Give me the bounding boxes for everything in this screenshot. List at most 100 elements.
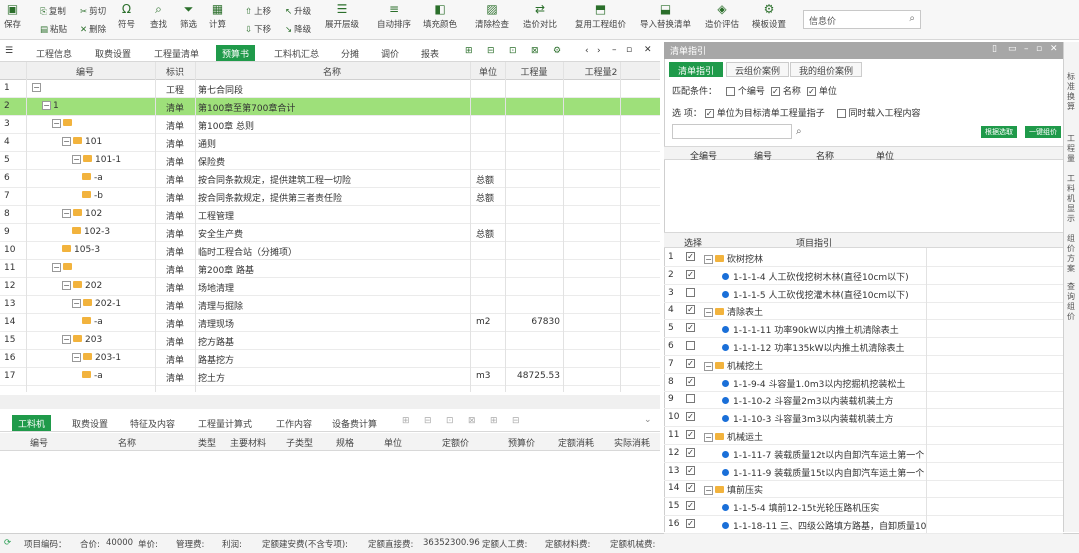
code-cell[interactable]: − bbox=[52, 263, 152, 273]
col-qty2-header[interactable]: 工程量2 bbox=[566, 65, 636, 78]
col-header[interactable]: 规格 bbox=[336, 436, 354, 449]
tool-icon[interactable]: ⊞ bbox=[402, 416, 410, 426]
collapse-icon[interactable]: − bbox=[704, 361, 713, 371]
col-header[interactable]: 名称 bbox=[816, 149, 834, 162]
guide-row[interactable]: 16 ✓ 1-1-18-11 三、四级公路填方路基，自卸质量10 bbox=[664, 516, 1063, 534]
tab-reports[interactable]: 报表 bbox=[415, 45, 445, 61]
code-cell[interactable]: -a bbox=[82, 317, 152, 327]
tab-labor-material-machine[interactable]: 工料机 bbox=[12, 415, 52, 431]
select-checkbox[interactable]: ✓ bbox=[686, 358, 698, 369]
side-tab-pricing-plan[interactable]: 组价方案 bbox=[1067, 234, 1077, 274]
table-row[interactable]: 5 −101-1 清单 保险费 bbox=[0, 152, 660, 170]
col-flag-header[interactable]: 标识 bbox=[156, 65, 194, 78]
tab-equipment-fee[interactable]: 设备费计算 bbox=[326, 415, 383, 431]
select-checkbox[interactable]: ✓ bbox=[686, 465, 698, 476]
tab-cloud-cases[interactable]: 云组价案例 bbox=[726, 62, 790, 77]
tool-icon[interactable]: ⊡ bbox=[446, 416, 454, 426]
match-option[interactable]: ✓ 名称 bbox=[770, 87, 801, 97]
fill-color-button[interactable]: ◧ 填充颜色 bbox=[423, 2, 457, 30]
guide-item[interactable]: 1-1-10-3 斗容量3m3以内装载机装土方 bbox=[722, 412, 893, 425]
col-header[interactable]: 单位 bbox=[876, 149, 894, 162]
col-header[interactable]: 编号 bbox=[30, 436, 48, 449]
code-cell[interactable]: 105-3 bbox=[62, 245, 152, 255]
unit-cell[interactable]: 总额 bbox=[476, 191, 494, 204]
collapse-icon[interactable]: − bbox=[704, 486, 713, 496]
code-cell[interactable]: −202 bbox=[62, 281, 152, 291]
delete-button[interactable]: ✕ 删除 bbox=[80, 23, 106, 35]
col-header[interactable]: 全编号 bbox=[690, 149, 717, 162]
collapse-icon[interactable]: − bbox=[52, 119, 61, 128]
tab-work-content[interactable]: 工作内容 bbox=[270, 415, 318, 431]
collapse-icon[interactable]: − bbox=[32, 83, 41, 92]
code-cell[interactable]: − bbox=[32, 83, 152, 93]
col-name-header[interactable]: 名称 bbox=[196, 65, 468, 78]
guide-item[interactable]: 1-1-18-11 三、四级公路填方路基，自卸质量10 bbox=[722, 519, 926, 532]
guide-row[interactable]: 13 ✓ 1-1-11-9 装载质量15t以内自卸汽车运土第一个 bbox=[664, 463, 1063, 481]
name-cell[interactable]: 安全生产费 bbox=[198, 227, 468, 240]
unit-cell[interactable]: m2 bbox=[476, 317, 491, 327]
table-row[interactable]: 7 -b 清单 按合同条款规定，提供第三者责任险 总额 bbox=[0, 188, 660, 206]
restore-icon[interactable]: ▫ bbox=[626, 45, 632, 55]
col-header[interactable]: 项目指引 bbox=[796, 236, 832, 249]
col-header[interactable]: 单位 bbox=[384, 436, 402, 449]
col-unit-header[interactable]: 单位 bbox=[470, 65, 506, 78]
guide-search-input[interactable] bbox=[672, 124, 792, 139]
select-checkbox[interactable]: ✓ bbox=[686, 252, 698, 262]
select-checkbox[interactable]: ✓ bbox=[686, 430, 698, 440]
tool-icon[interactable]: ⊟ bbox=[512, 416, 520, 426]
name-cell[interactable]: 第100章 总则 bbox=[198, 119, 468, 132]
guide-item[interactable]: − 机械运土 bbox=[704, 430, 763, 443]
select-checkbox[interactable] bbox=[686, 341, 698, 351]
tab-fee-settings[interactable]: 取费设置 bbox=[89, 45, 137, 61]
select-checkbox[interactable]: ✓ bbox=[686, 323, 698, 333]
select-checkbox[interactable]: ✓ bbox=[686, 483, 698, 493]
side-tab-material-display[interactable]: 工料机显示 bbox=[1067, 174, 1077, 224]
side-tab-query-pricing[interactable]: 查询组价 bbox=[1067, 282, 1077, 322]
select-checkbox[interactable]: ✓ bbox=[686, 412, 698, 422]
select-checkbox[interactable]: ✓ bbox=[686, 376, 698, 387]
col-header[interactable]: 主要材料 bbox=[230, 436, 266, 449]
guide-item[interactable]: 1-1-9-4 斗容量1.0m3以内挖掘机挖装松土 bbox=[722, 377, 905, 390]
unit-cell[interactable]: m3 bbox=[476, 371, 491, 381]
tool-icon[interactable]: ⊠ bbox=[531, 46, 539, 56]
name-cell[interactable]: 保险费 bbox=[198, 155, 468, 168]
name-cell[interactable]: 通则 bbox=[198, 137, 468, 150]
name-cell[interactable]: 按合同条款规定，提供建筑工程一切险 bbox=[198, 173, 468, 186]
guide-row[interactable]: 8 ✓ 1-1-9-4 斗容量1.0m3以内挖掘机挖装松土 bbox=[664, 374, 1063, 392]
cut-button[interactable]: ✂ 剪切 bbox=[80, 5, 106, 17]
upgrade-button[interactable]: ↖ 升级 bbox=[285, 5, 311, 17]
tool-icon[interactable]: ⊟ bbox=[487, 46, 495, 56]
unit-cell[interactable]: 总额 bbox=[476, 173, 494, 186]
qty-cell[interactable]: 48725.53 bbox=[506, 371, 560, 381]
option2-checkbox[interactable] bbox=[836, 109, 846, 118]
search-input[interactable]: 信息价 ⌕ bbox=[803, 10, 921, 29]
close-icon[interactable]: ✕ bbox=[644, 45, 652, 55]
table-row[interactable]: 2 −1 清单 第100章至第700章合计 bbox=[0, 98, 660, 116]
menu-icon[interactable]: ☰ bbox=[5, 46, 13, 56]
side-tab-quantity[interactable]: 工程量 bbox=[1067, 134, 1077, 164]
select-checkbox[interactable]: ✓ bbox=[686, 305, 698, 315]
collapse-icon[interactable]: ⌄ bbox=[644, 415, 652, 425]
match-option[interactable]: 个编号 bbox=[725, 87, 765, 97]
tab-fee[interactable]: 取费设置 bbox=[66, 415, 114, 431]
code-cell[interactable]: −102 bbox=[62, 209, 152, 219]
expand-level-button[interactable]: ☰ 展开层级 bbox=[325, 2, 359, 30]
collapse-icon[interactable]: − bbox=[72, 353, 81, 362]
table-row[interactable]: 10 105-3 清单 临时工程合站（分摊项） bbox=[0, 242, 660, 260]
checkbox[interactable] bbox=[725, 87, 735, 96]
guide-item[interactable]: − 清除表土 bbox=[704, 305, 763, 318]
col-header[interactable]: 预算价 bbox=[508, 436, 535, 449]
save-button[interactable]: ▣ 保存 bbox=[4, 2, 21, 30]
symbol-button[interactable]: Ω 符号 bbox=[118, 2, 135, 30]
code-cell[interactable]: − bbox=[52, 119, 152, 129]
tab-my-cases[interactable]: 我的组价案例 bbox=[790, 62, 863, 77]
collapse-icon[interactable]: − bbox=[62, 281, 71, 290]
table-row[interactable]: 17 -a 清单 挖土方 m3 48725.53 bbox=[0, 368, 660, 386]
tab-project-info[interactable]: 工程信息 bbox=[30, 45, 78, 61]
code-cell[interactable]: 102-3 bbox=[72, 227, 152, 237]
col-header[interactable]: 实际消耗 bbox=[614, 436, 650, 449]
side-tab-standard[interactable]: 标准换算 bbox=[1067, 72, 1077, 112]
name-cell[interactable]: 第七合同段 bbox=[198, 83, 468, 96]
code-cell[interactable]: -b bbox=[82, 191, 152, 201]
table-row[interactable]: 9 102-3 清单 安全生产费 总额 bbox=[0, 224, 660, 242]
